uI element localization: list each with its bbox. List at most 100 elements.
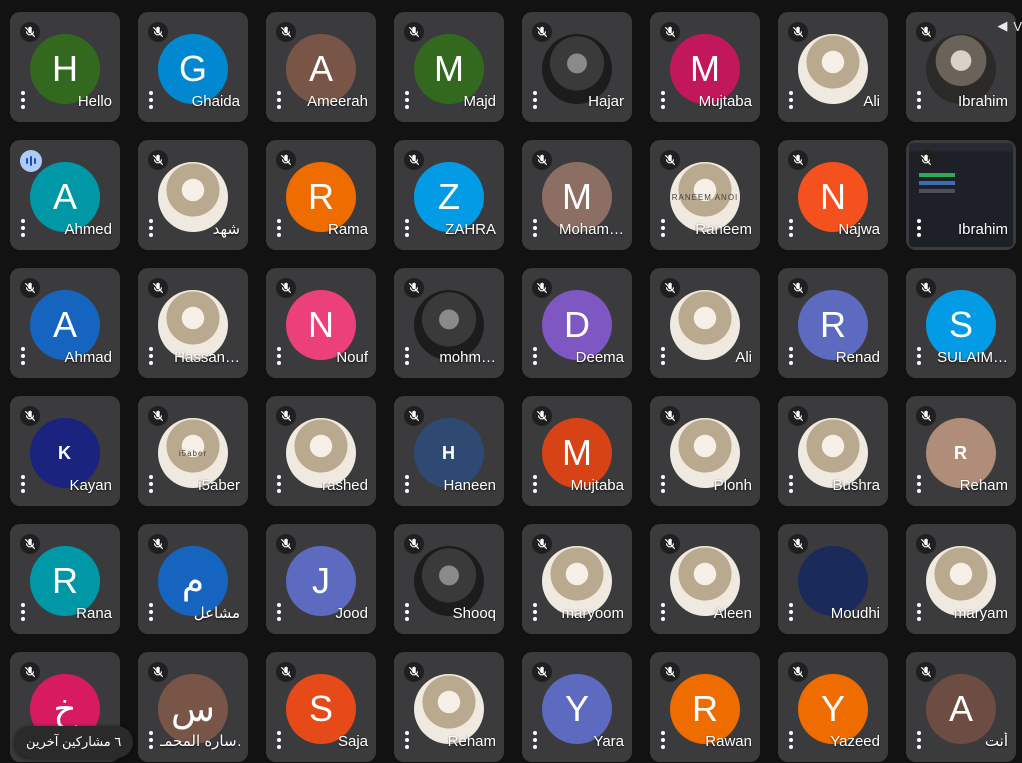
participant-tile[interactable]: Reham [394, 652, 504, 762]
participant-tile[interactable]: S Saja [266, 652, 376, 762]
more-options-icon[interactable] [274, 474, 284, 494]
participant-tile[interactable]: A Ameerah [266, 12, 376, 122]
participant-tile[interactable]: J Jood [266, 524, 376, 634]
participant-tile[interactable]: M Mujtaba [650, 12, 760, 122]
participant-tile[interactable]: maryoom [522, 524, 632, 634]
participant-tile[interactable]: Bushra [778, 396, 888, 506]
participant-tile[interactable]: i5aber i5aber [138, 396, 248, 506]
participant-tile[interactable]: R Rawan [650, 652, 760, 762]
participant-tile[interactable]: س ساره المحمـ… [138, 652, 248, 762]
more-options-icon[interactable] [402, 346, 412, 366]
more-options-icon[interactable] [274, 602, 284, 622]
more-options-icon[interactable] [914, 346, 924, 366]
more-options-icon[interactable] [18, 474, 28, 494]
more-options-icon[interactable] [786, 602, 796, 622]
more-options-icon[interactable] [402, 602, 412, 622]
more-options-icon[interactable] [146, 474, 156, 494]
more-options-icon[interactable] [18, 218, 28, 238]
participant-tile[interactable]: Ali [778, 12, 888, 122]
more-options-icon[interactable] [274, 218, 284, 238]
more-options-icon[interactable] [786, 474, 796, 494]
participant-tile[interactable]: Y Yara [522, 652, 632, 762]
participant-tile[interactable]: R Reham [906, 396, 1016, 506]
more-options-icon[interactable] [658, 218, 668, 238]
participant-tile[interactable]: M Mujtaba [522, 396, 632, 506]
more-options-icon[interactable] [530, 90, 540, 110]
more-options-icon[interactable] [914, 90, 924, 110]
more-options-icon[interactable] [530, 218, 540, 238]
more-options-icon[interactable] [146, 90, 156, 110]
more-options-icon[interactable] [18, 602, 28, 622]
more-options-icon[interactable] [914, 474, 924, 494]
participant-name: Yara [593, 733, 624, 750]
more-options-icon[interactable] [786, 90, 796, 110]
more-options-icon[interactable] [146, 602, 156, 622]
more-options-icon[interactable] [146, 346, 156, 366]
participant-tile[interactable]: A أنت [906, 652, 1016, 762]
participant-tile[interactable]: M Moham… [522, 140, 632, 250]
more-options-icon[interactable] [914, 730, 924, 750]
more-options-icon[interactable] [146, 218, 156, 238]
participant-name: Hello [77, 93, 112, 110]
participant-tile[interactable]: R Rana [10, 524, 120, 634]
more-options-icon[interactable] [658, 474, 668, 494]
more-options-icon[interactable] [914, 602, 924, 622]
participant-tile[interactable]: Ali [650, 268, 760, 378]
participant-tile[interactable]: A Ahmad [10, 268, 120, 378]
more-options-icon[interactable] [402, 474, 412, 494]
participant-tile[interactable]: Y Yazeed [778, 652, 888, 762]
participant-tile[interactable]: م مشاعل [138, 524, 248, 634]
more-options-icon[interactable] [914, 218, 924, 238]
participant-tile[interactable]: Aleen [650, 524, 760, 634]
more-options-icon[interactable] [786, 218, 796, 238]
more-options-icon[interactable] [530, 474, 540, 494]
more-options-icon[interactable] [786, 730, 796, 750]
more-options-icon[interactable] [274, 90, 284, 110]
top-right-controls[interactable]: ◀ V [997, 18, 1022, 34]
participant-tile[interactable]: R Renad [778, 268, 888, 378]
arrow-left-icon[interactable]: ◀ [997, 18, 1007, 34]
more-options-icon[interactable] [402, 218, 412, 238]
participant-tile[interactable]: K Kayan [10, 396, 120, 506]
participant-tile[interactable]: Hassan… [138, 268, 248, 378]
mic-off-icon [276, 22, 296, 42]
more-options-icon[interactable] [658, 602, 668, 622]
participant-tile[interactable]: Hajar [522, 12, 632, 122]
participant-tile[interactable]: N Najwa [778, 140, 888, 250]
more-options-icon[interactable] [274, 730, 284, 750]
participant-tile[interactable]: Moudhi [778, 524, 888, 634]
participant-tile[interactable]: A Ahmed [10, 140, 120, 250]
participant-tile[interactable]: D Deema [522, 268, 632, 378]
participant-tile[interactable]: M Majd [394, 12, 504, 122]
participant-tile[interactable]: H Haneen [394, 396, 504, 506]
more-options-icon[interactable] [658, 90, 668, 110]
participant-tile[interactable]: Shooq [394, 524, 504, 634]
participant-tile[interactable]: H Hello [10, 12, 120, 122]
participant-tile[interactable]: rashed [266, 396, 376, 506]
more-options-icon[interactable] [530, 602, 540, 622]
participant-tile[interactable]: شهد [138, 140, 248, 250]
more-options-icon[interactable] [18, 346, 28, 366]
more-options-icon[interactable] [530, 730, 540, 750]
more-options-icon[interactable] [786, 346, 796, 366]
participant-name: Ibrahim [957, 93, 1008, 110]
more-options-icon[interactable] [146, 730, 156, 750]
participant-tile[interactable]: G Ghaida [138, 12, 248, 122]
more-options-icon[interactable] [658, 730, 668, 750]
participant-tile[interactable]: Ibrahim [906, 140, 1016, 250]
other-participants-button[interactable]: ٦ مشاركين آخرين [14, 726, 134, 758]
participant-tile[interactable]: S SULAIM… [906, 268, 1016, 378]
participant-tile[interactable]: mohm… [394, 268, 504, 378]
more-options-icon[interactable] [402, 90, 412, 110]
participant-tile[interactable]: RANEEM ANOI Raneem [650, 140, 760, 250]
more-options-icon[interactable] [658, 346, 668, 366]
more-options-icon[interactable] [530, 346, 540, 366]
participant-tile[interactable]: maryam [906, 524, 1016, 634]
participant-tile[interactable]: N Nouf [266, 268, 376, 378]
participant-tile[interactable]: Z ZAHRA [394, 140, 504, 250]
more-options-icon[interactable] [274, 346, 284, 366]
participant-tile[interactable]: Plonh [650, 396, 760, 506]
more-options-icon[interactable] [18, 90, 28, 110]
participant-tile[interactable]: R Rama [266, 140, 376, 250]
more-options-icon[interactable] [402, 730, 412, 750]
